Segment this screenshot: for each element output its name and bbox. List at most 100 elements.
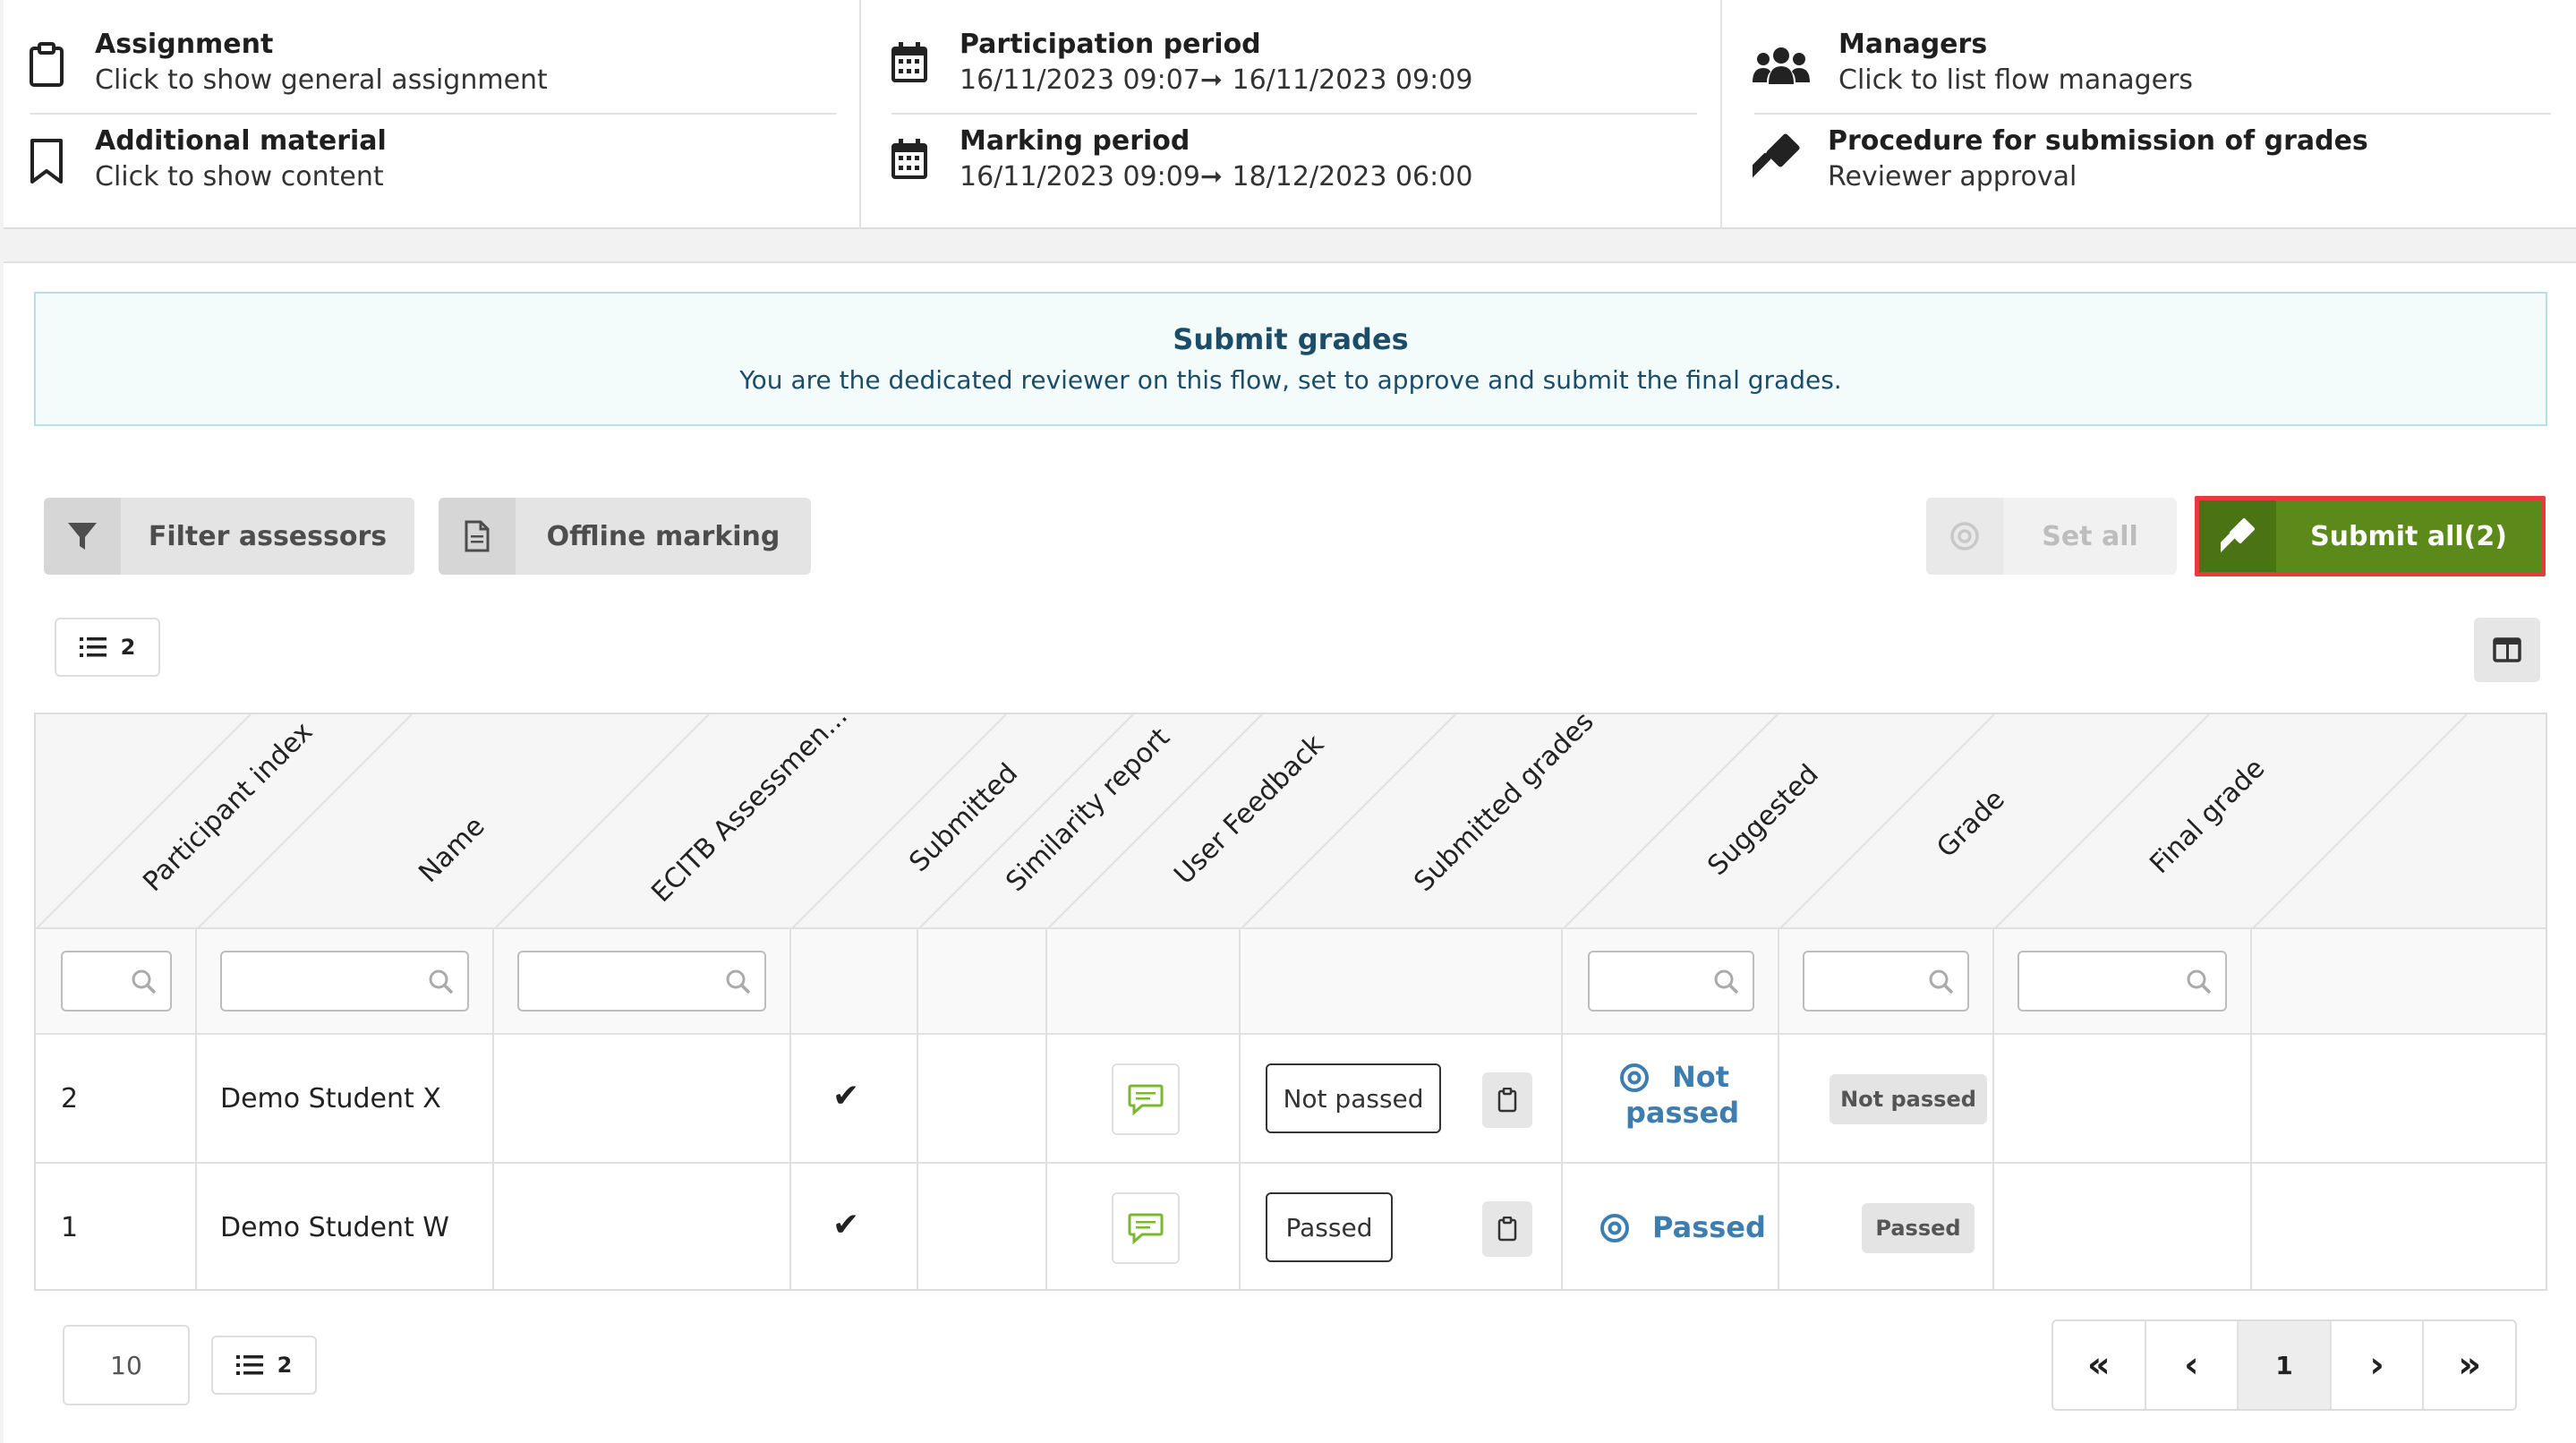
filter-suggested-input[interactable] [1588,951,1754,1012]
managers-subtitle: Click to list flow managers [1838,64,2194,96]
suggested-target-icon[interactable] [1599,1212,1631,1244]
grade-tag: Not passed [1830,1074,1987,1124]
column-divider [2250,929,2252,1289]
pagination: « ‹ 1 › » [2051,1319,2517,1411]
banner-title: Submit grades [1173,322,1409,356]
submitted-grade-box: Passed [1266,1192,1393,1262]
footer-list-count-pill[interactable]: 2 [211,1336,317,1395]
filter-ecitb-input[interactable] [517,951,766,1012]
managers-title: Managers [1838,29,1988,60]
column-divider [492,929,494,1289]
check-icon: ✔ [832,1207,860,1243]
search-icon [1713,969,1740,995]
list-count: 2 [120,635,136,660]
marking-title: Marking period [960,125,1190,157]
column-divider [1778,929,1779,1289]
assignment-link[interactable]: Assignment Click to show general assignm… [4,0,859,97]
participation-range: 16/11/2023 09:07➞ 16/11/2023 09:09 [960,64,1472,96]
participation-start: 16/11/2023 09:07 [960,64,1200,96]
column-divider [1561,929,1563,1289]
offline-marking-button[interactable]: Offline marking [439,498,811,575]
clipboard-icon [29,41,64,88]
search-icon [131,969,158,995]
assignment-subtitle: Click to show general assignment [95,64,548,96]
row-index: 1 [61,1212,79,1243]
prev-page-button[interactable]: ‹ [2146,1321,2239,1409]
banner-text: You are the dedicated reviewer on this f… [739,365,1842,395]
suggested-grade-line1[interactable]: Passed [1652,1210,1766,1244]
next-page-button[interactable]: › [2332,1321,2425,1409]
filter-name-input[interactable] [220,951,469,1012]
set-all-label: Set all [2042,520,2138,552]
participation-period: Participation period 16/11/2023 09:07➞ 1… [861,0,1720,97]
columns-toggle-button[interactable] [2474,618,2540,682]
search-icon [1928,969,1955,995]
submit-all-label: Submit all(2) [2310,520,2507,552]
filter-final-grade-input[interactable] [2017,951,2227,1012]
procedure-subtitle: Reviewer approval [1828,161,2077,192]
table-row: 2 Demo Student X ✔ Not passed Not passed… [36,1037,2546,1164]
procedure-info: Procedure for submission of grades Revie… [1722,97,2576,193]
row-index: 2 [61,1083,79,1114]
columns-icon [2493,637,2521,662]
feedback-button[interactable] [1112,1192,1180,1264]
current-page-button[interactable]: 1 [2239,1321,2332,1409]
additional-material-title: Additional material [95,125,387,157]
info-column-managers: Managers Click to list flow managers Pro… [1720,0,2576,229]
row-name: Demo Student W [220,1212,449,1243]
submit-grades-banner: Submit grades You are the dedicated revi… [34,292,2547,426]
suggested-target-icon[interactable] [1618,1062,1651,1094]
search-icon [428,969,455,995]
marking-period: Marking period 16/11/2023 09:09➞ 18/12/2… [861,97,1720,193]
check-icon: ✔ [832,1078,860,1114]
marking-start: 16/11/2023 09:09 [960,161,1200,192]
row-name: Demo Student X [220,1083,441,1114]
table-header: Participant index Name ECITB Assessmen..… [36,714,2546,929]
info-column-periods: Participation period 16/11/2023 09:07➞ 1… [859,0,1720,229]
clipboard-icon [1497,1088,1517,1113]
calendar-icon [890,41,929,84]
users-icon [1753,47,1810,84]
copy-grade-button[interactable] [1482,1072,1532,1128]
participation-title: Participation period [960,29,1261,60]
filter-icon [44,498,121,575]
column-divider [195,929,197,1289]
suggested-grade-line1[interactable]: Not [1672,1060,1729,1094]
filter-assessors-label: Filter assessors [148,520,388,552]
chat-icon [1128,1083,1164,1115]
page-size-select[interactable]: 10 [63,1325,190,1405]
participation-end: 16/11/2023 09:09 [1232,64,1473,96]
suggested-grade-line2[interactable]: passed [1625,1096,1739,1130]
filter-grade-input[interactable] [1803,951,1969,1012]
column-divider [917,929,918,1289]
additional-material-link[interactable]: Additional material Click to show conten… [4,97,859,193]
list-icon [235,1354,263,1376]
submit-all-button[interactable]: Submit all(2) [2195,496,2546,576]
filter-participant-index-input[interactable] [61,951,172,1012]
first-page-button[interactable]: « [2053,1321,2146,1409]
column-divider [789,929,791,1289]
feedback-button[interactable] [1112,1063,1180,1135]
info-bar: Assignment Click to show general assignm… [4,0,2576,229]
document-icon [439,498,516,575]
marking-end: 18/12/2023 06:00 [1232,161,1473,192]
list-count-pill[interactable]: 2 [55,618,160,677]
footer-list-count: 2 [277,1353,293,1378]
managers-link[interactable]: Managers Click to list flow managers [1722,0,2576,97]
procedure-title: Procedure for submission of grades [1828,125,2368,157]
table-filter-row [36,929,2546,1035]
column-divider [1239,929,1241,1289]
gavel-icon [2199,500,2276,572]
column-divider [1992,929,1994,1289]
filter-assessors-button[interactable]: Filter assessors [44,498,414,575]
table-row: 1 Demo Student W ✔ Passed Passed Passed [36,1166,2546,1289]
set-all-button[interactable]: Set all [1926,498,2177,575]
bookmark-icon [29,138,64,184]
column-divider [1045,929,1047,1289]
last-page-button[interactable]: » [2424,1321,2515,1409]
copy-grade-button[interactable] [1482,1201,1532,1257]
search-icon [2186,969,2213,995]
submitted-grade-box: Not passed [1266,1063,1441,1133]
offline-marking-label: Offline marking [546,520,780,552]
assignment-title: Assignment [95,29,274,60]
